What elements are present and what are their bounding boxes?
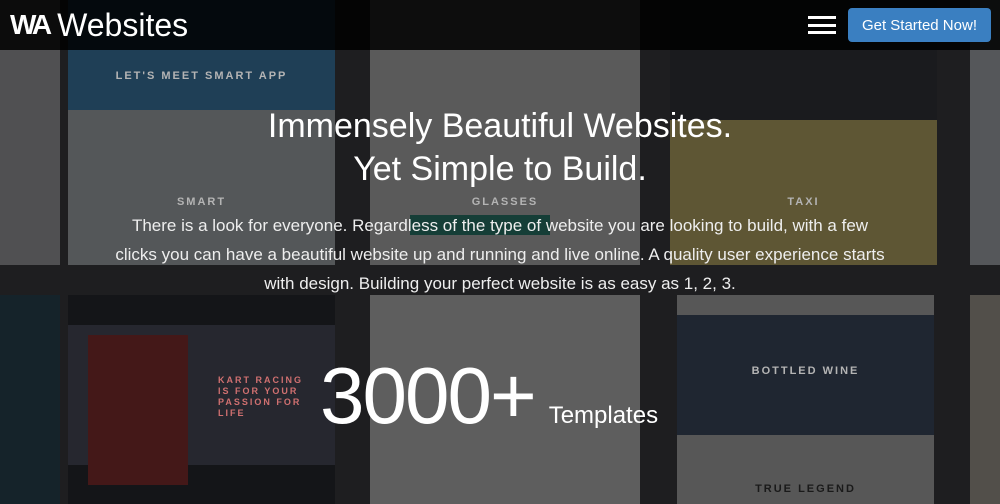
navbar: WA Websites Get Started Now!: [0, 0, 1000, 50]
brand-name: Websites: [57, 6, 189, 43]
logo-mark: WA: [10, 9, 52, 40]
hero-title-line1: Immensely Beautiful Websites.: [267, 107, 733, 145]
templates-count: 3000+: [320, 351, 537, 440]
get-started-button[interactable]: Get Started Now!: [847, 8, 991, 42]
template-tile: KART RACING IS FOR YOUR PASSION FOR LIFE: [68, 295, 335, 504]
template-tile: [970, 295, 1000, 504]
hamburger-icon[interactable]: [807, 16, 836, 34]
hero: Immensely Beautiful Websites. Yet Simple…: [0, 105, 1000, 298]
template-tile: [0, 295, 60, 504]
templates-label: Templates: [548, 402, 659, 429]
hero-description: There is a look for everyone. Regardless…: [115, 216, 885, 293]
logo[interactable]: WA Websites: [10, 7, 188, 44]
hero-title-line2: Yet Simple to Build.: [353, 150, 647, 188]
templates-stat: 3000+ Templates: [320, 350, 658, 442]
template-tile: BOTTLED WINE TRUE LEGEND: [677, 295, 934, 504]
